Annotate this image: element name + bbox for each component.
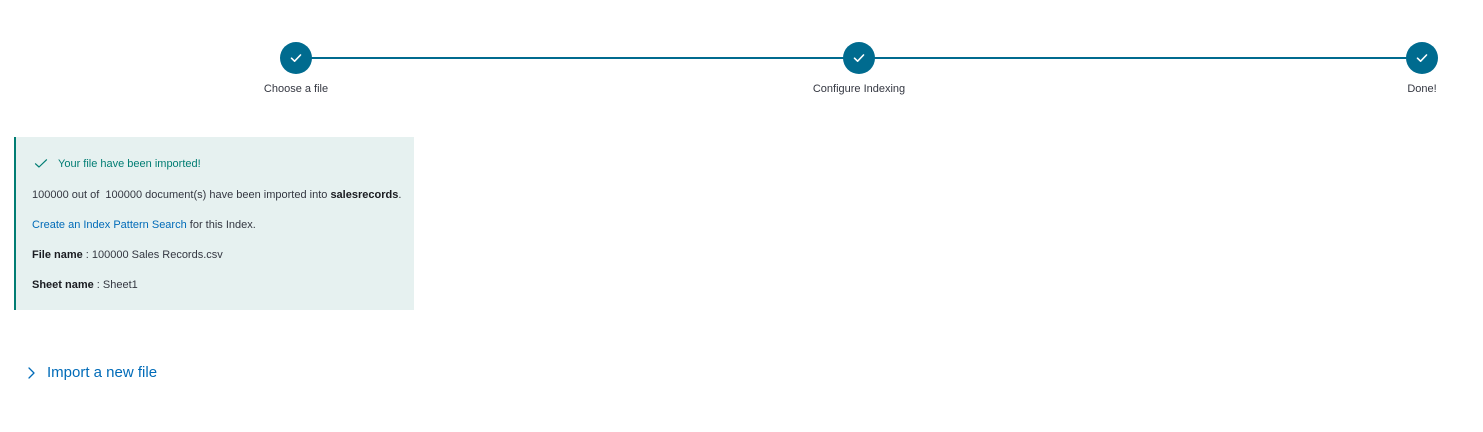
sheet-name-value: Sheet1 (102, 279, 138, 291)
step-configure-indexing[interactable]: Configure Indexing (779, 42, 939, 95)
index-pattern-suffix: for this Index. (186, 219, 256, 231)
index-pattern-line: Create an Index Pattern Search for this … (32, 219, 256, 231)
file-name-label: File name (32, 249, 83, 261)
step-done[interactable]: Done! (1342, 42, 1483, 95)
import-count-text: 100000 out of 100000 document(s) have be… (32, 189, 401, 201)
import-new-file-label[interactable]: Import a new file (47, 364, 157, 381)
import-count-prefix: 100000 out of 100000 document(s) have be… (32, 189, 331, 201)
step-label: Choose a file (263, 83, 329, 95)
step-complete-circle[interactable] (843, 42, 875, 74)
index-name: salesrecords (330, 189, 399, 201)
import-success-callout: Your file have been imported! 100000 out… (14, 137, 414, 310)
check-icon (853, 54, 865, 62)
sheet-name-separator: : (93, 279, 103, 291)
callout-title-text: Your file have been imported! (58, 158, 201, 170)
step-label: Configure Indexing (812, 83, 906, 95)
step-choose-file[interactable]: Choose a file (216, 42, 376, 95)
step-complete-circle[interactable] (280, 42, 312, 74)
step-complete-circle[interactable] (1406, 42, 1438, 74)
chevron-right-icon (24, 366, 38, 380)
file-name-value: 100000 Sales Records.csv (91, 249, 223, 261)
file-name-line: File name : 100000 Sales Records.csv (32, 249, 223, 261)
sheet-name-line: Sheet name : Sheet1 (32, 279, 138, 291)
check-icon (290, 54, 302, 62)
check-icon (1416, 54, 1428, 62)
import-new-file-accordion[interactable]: Import a new file (24, 364, 157, 381)
create-index-pattern-link[interactable]: Create an Index Pattern Search (32, 219, 187, 231)
stepper: Choose a file Configure Indexing Done! (0, 0, 1483, 110)
check-icon (34, 157, 48, 171)
file-name-separator: : (82, 249, 92, 261)
callout-title: Your file have been imported! (34, 157, 201, 171)
step-label: Done! (1407, 83, 1437, 95)
import-count-suffix: . (398, 189, 402, 201)
sheet-name-label: Sheet name (32, 279, 94, 291)
